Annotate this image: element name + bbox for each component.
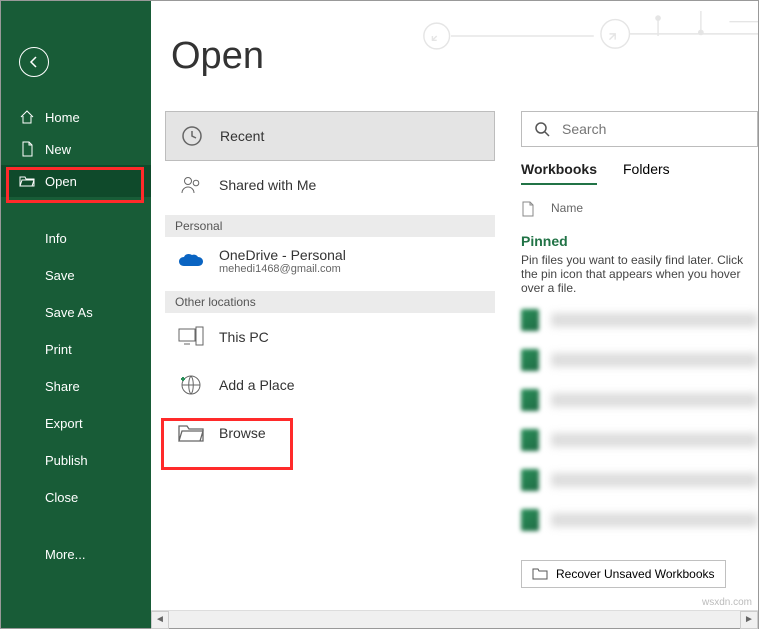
search-box[interactable] (521, 111, 758, 147)
clock-icon (178, 122, 206, 150)
location-add-place[interactable]: Add a Place (165, 361, 495, 409)
pinned-heading: Pinned (521, 233, 758, 249)
onedrive-email: mehedi1468@gmail.com (219, 263, 346, 275)
list-item[interactable] (521, 469, 758, 491)
pc-icon (177, 323, 205, 351)
page-title: Open (171, 35, 264, 78)
col-name[interactable]: Name (551, 201, 583, 217)
file-icon (521, 201, 535, 217)
folder-icon (532, 567, 548, 581)
location-label: Shared with Me (219, 177, 316, 193)
search-icon (534, 121, 550, 137)
sidebar-item-share[interactable]: Share (1, 371, 151, 402)
scroll-left-icon[interactable]: ◄ (151, 611, 169, 629)
onedrive-icon (177, 247, 205, 275)
sidebar-item-new[interactable]: New (1, 133, 151, 165)
list-item[interactable] (521, 429, 758, 451)
file-list-panel: Workbooks Folders Name Pinned Pin files … (521, 111, 758, 531)
page-header: Open (151, 26, 758, 86)
watermark: wsxdn.com (702, 597, 752, 608)
sidebar-label: New (45, 142, 71, 157)
sidebar-item-info[interactable]: Info (1, 223, 151, 254)
column-headers: Name (521, 195, 758, 223)
pinned-description: Pin files you want to easily find later.… (521, 253, 758, 295)
sidebar-item-open[interactable]: Open (1, 165, 151, 197)
folder-icon (177, 419, 205, 447)
sidebar-item-close[interactable]: Close (1, 482, 151, 513)
onedrive-label: OneDrive - Personal (219, 247, 346, 263)
scroll-track[interactable] (170, 613, 739, 627)
scroll-right-icon[interactable]: ► (740, 611, 758, 629)
main-content: Open Recent Shared with Me Personal OneD… (151, 1, 758, 608)
location-shared[interactable]: Shared with Me (165, 161, 495, 209)
location-label: Recent (220, 128, 264, 144)
section-other: Other locations (165, 291, 495, 313)
open-folder-icon (19, 173, 35, 189)
sidebar-label: Home (45, 110, 80, 125)
location-browse[interactable]: Browse (165, 409, 495, 457)
recent-files-list (521, 309, 758, 531)
location-onedrive[interactable]: OneDrive - Personal mehedi1468@gmail.com (165, 237, 495, 285)
location-recent[interactable]: Recent (165, 111, 495, 161)
location-this-pc[interactable]: This PC (165, 313, 495, 361)
horizontal-scrollbar[interactable]: ◄ ► (151, 610, 758, 628)
people-icon (177, 171, 205, 199)
list-item[interactable] (521, 349, 758, 371)
sidebar-item-save-as[interactable]: Save As (1, 297, 151, 328)
recover-label: Recover Unsaved Workbooks (556, 567, 715, 581)
location-label: This PC (219, 329, 269, 345)
sidebar-item-save[interactable]: Save (1, 260, 151, 291)
location-label: Add a Place (219, 377, 295, 393)
list-item[interactable] (521, 389, 758, 411)
backstage-sidebar: Home New Open Info Save Save As Print Sh… (1, 1, 151, 628)
add-place-icon (177, 371, 205, 399)
list-item[interactable] (521, 309, 758, 331)
search-input[interactable] (562, 121, 745, 137)
home-icon (19, 109, 35, 125)
tab-workbooks[interactable]: Workbooks (521, 161, 597, 185)
sidebar-item-home[interactable]: Home (1, 101, 151, 133)
file-tabs: Workbooks Folders (521, 161, 758, 185)
sidebar-item-export[interactable]: Export (1, 408, 151, 439)
locations-panel: Recent Shared with Me Personal OneDrive … (165, 111, 495, 457)
tab-folders[interactable]: Folders (623, 161, 670, 185)
section-personal: Personal (165, 215, 495, 237)
back-button[interactable] (19, 47, 49, 77)
sidebar-label: Open (45, 174, 77, 189)
sidebar-item-publish[interactable]: Publish (1, 445, 151, 476)
location-label: Browse (219, 425, 266, 441)
new-icon (19, 141, 35, 157)
sidebar-item-more[interactable]: More... (1, 539, 151, 570)
list-item[interactable] (521, 509, 758, 531)
recover-unsaved-button[interactable]: Recover Unsaved Workbooks (521, 560, 726, 588)
sidebar-item-print[interactable]: Print (1, 334, 151, 365)
